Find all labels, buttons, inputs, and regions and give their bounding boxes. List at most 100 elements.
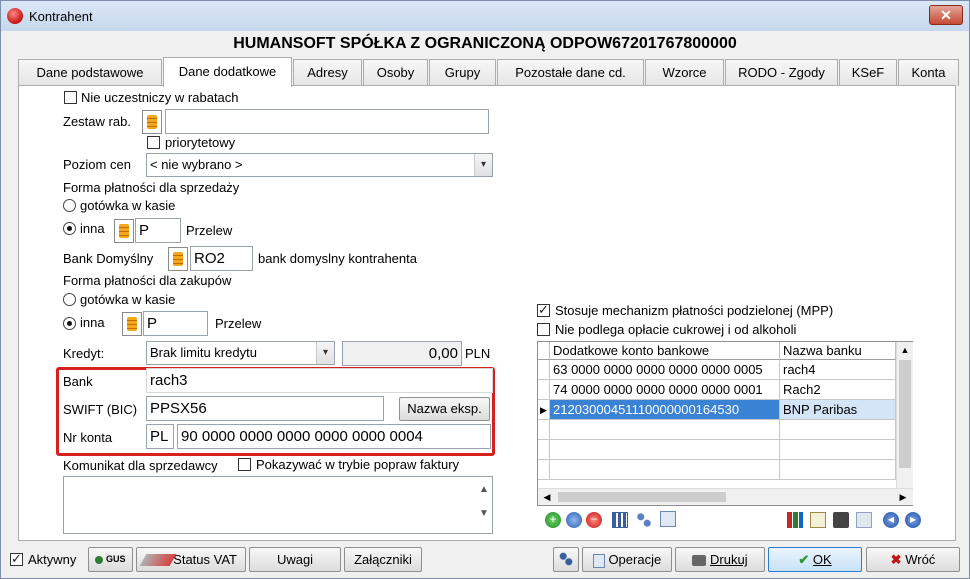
- account-number-input[interactable]: 90 0000 0000 0000 0000 0000 0004: [177, 424, 491, 449]
- purchase-payment-lookup-icon[interactable]: [122, 312, 142, 336]
- vertical-scrollbar[interactable]: ▲: [896, 342, 913, 488]
- sales-other-radio[interactable]: [63, 222, 76, 235]
- attachments-label: Załączniki: [354, 552, 412, 567]
- attachments-button[interactable]: Załączniki: [344, 547, 422, 572]
- purchase-payment-label: Forma płatności dla zakupów: [63, 273, 232, 288]
- gus-button[interactable]: GUS: [88, 547, 133, 572]
- sales-payment-code-input[interactable]: P: [135, 218, 181, 243]
- sugar-fee-label: Nie podlega opłacie cukrowej i od alkoho…: [555, 322, 797, 337]
- copy-icon[interactable]: [856, 512, 872, 528]
- delete-icon[interactable]: −: [586, 512, 602, 528]
- sales-cash-radio[interactable]: [63, 199, 76, 212]
- close-button[interactable]: ✕: [929, 5, 963, 25]
- links-button[interactable]: [553, 547, 579, 572]
- tab-ksef[interactable]: KSeF: [839, 59, 897, 86]
- default-bank-code-input[interactable]: RO2: [190, 246, 253, 271]
- back-label: Wróć: [905, 552, 936, 567]
- table-row[interactable]: 63 0000 0000 0000 0000 0000 0005 rach4: [538, 360, 896, 380]
- notes-label: Uwagi: [276, 552, 314, 567]
- chevron-down-icon[interactable]: ▾: [474, 154, 492, 176]
- tab-konta[interactable]: Konta: [898, 59, 959, 86]
- active-checkbox[interactable]: [10, 551, 23, 567]
- print-button[interactable]: Drukuj: [675, 547, 765, 572]
- vat-status-button[interactable]: Status VAT: [136, 547, 246, 572]
- show-in-invoice-checkbox[interactable]: [238, 458, 251, 471]
- purchase-cash-radio[interactable]: [63, 293, 76, 306]
- chevron-down-icon[interactable]: ▾: [316, 342, 334, 364]
- priority-checkbox[interactable]: [147, 136, 160, 149]
- tab-dane-dodatkowe[interactable]: Dane dodatkowe: [163, 57, 292, 87]
- scroll-thumb[interactable]: [899, 360, 911, 468]
- additional-accounts-table: Dodatkowe konto bankowe Nazwa banku 63 0…: [537, 341, 913, 506]
- bank-cell[interactable]: Rach2: [780, 380, 896, 400]
- discount-set-label: Zestaw rab.: [63, 114, 131, 129]
- mpp-checkbox[interactable]: [537, 302, 550, 318]
- tab-osoby[interactable]: Osoby: [363, 59, 428, 86]
- checkmark-icon: ✔: [798, 552, 810, 567]
- empty-cell: [550, 460, 780, 480]
- table-row-empty: [538, 440, 896, 460]
- textarea-scrollbar[interactable]: ▲ ▼: [476, 478, 492, 532]
- active-label: Aktywny: [28, 552, 77, 567]
- sales-payment-label: Forma płatności dla sprzedaży: [63, 180, 240, 195]
- purchase-other-radio[interactable]: [63, 317, 76, 330]
- back-button[interactable]: ✖ Wróć: [866, 547, 960, 572]
- account-cell[interactable]: 21203000451110000000164530: [550, 400, 780, 420]
- account-cell[interactable]: 74 0000 0000 0000 0000 0000 0001: [550, 380, 780, 400]
- price-level-select[interactable]: < nie wybrano > ▾: [146, 153, 493, 177]
- add-icon[interactable]: +: [545, 512, 561, 528]
- credit-select[interactable]: Brak limitu kredytu ▾: [146, 341, 335, 365]
- kontrahent-window: Kontrahent ✕ HUMANSOFT SPÓŁKA Z OGRANICZ…: [0, 0, 970, 579]
- table-row[interactable]: 74 0000 0000 0000 0000 0000 0001 Rach2: [538, 380, 896, 400]
- default-bank-lookup-icon[interactable]: [168, 247, 188, 271]
- save-icon[interactable]: [833, 512, 849, 528]
- current-row-arrow-icon: ▶: [538, 400, 550, 420]
- sales-payment-lookup-icon[interactable]: [114, 219, 134, 243]
- horizontal-scrollbar[interactable]: ◀ ▶: [538, 488, 913, 505]
- ok-button[interactable]: ✔ OK: [768, 547, 862, 572]
- print-label: Drukuj: [710, 552, 748, 567]
- swift-input[interactable]: PPSX56: [146, 396, 384, 421]
- export-icon[interactable]: [660, 511, 676, 527]
- tab-panel: Nie uczestniczy w rabatach Zestaw rab. p…: [18, 85, 956, 541]
- grid-columns-icon[interactable]: [612, 512, 628, 528]
- account-cell[interactable]: 63 0000 0000 0000 0000 0000 0005: [550, 360, 780, 380]
- sugar-fee-checkbox[interactable]: [537, 323, 550, 336]
- search-icon[interactable]: [566, 512, 582, 528]
- credit-currency: PLN: [465, 346, 491, 361]
- discount-set-lookup-icon[interactable]: [142, 110, 162, 134]
- filter-icon[interactable]: [636, 512, 652, 528]
- tab-adresy[interactable]: Adresy: [293, 59, 362, 86]
- tab-pozostale-dane[interactable]: Pozostałe dane cd.: [497, 59, 644, 86]
- export-name-button[interactable]: Nazwa eksp.: [399, 397, 490, 421]
- column-header-bank[interactable]: Nazwa banku: [780, 342, 896, 360]
- discount-set-input[interactable]: [165, 109, 489, 134]
- sales-other-label: inna: [80, 221, 105, 236]
- bank-cell[interactable]: rach4: [780, 360, 896, 380]
- tab-dane-podstawowe[interactable]: Dane podstawowe: [18, 59, 162, 86]
- tab-rodo-zgody[interactable]: RODO - Zgody: [725, 59, 838, 86]
- sales-message-textarea[interactable]: [63, 476, 493, 534]
- hscroll-thumb[interactable]: [558, 492, 726, 502]
- table-row-selected[interactable]: ▶ 21203000451110000000164530 BNP Paribas: [538, 400, 896, 420]
- previous-icon[interactable]: ◀: [883, 512, 899, 528]
- purchase-payment-code-input[interactable]: P: [143, 311, 208, 336]
- column-header-account[interactable]: Dodatkowe konto bankowe: [550, 342, 780, 360]
- scroll-right-icon[interactable]: ▶: [896, 489, 910, 505]
- next-icon[interactable]: ▶: [905, 512, 921, 528]
- scroll-left-icon[interactable]: ◀: [540, 489, 554, 505]
- empty-cell: [550, 420, 780, 440]
- title-bar: Kontrahent ✕: [1, 1, 969, 31]
- priority-label: priorytetowy: [165, 135, 236, 150]
- bank-cell[interactable]: BNP Paribas: [780, 400, 896, 420]
- notes-button[interactable]: Uwagi: [249, 547, 341, 572]
- account-country-input[interactable]: PL: [146, 424, 174, 449]
- scroll-up-icon[interactable]: ▲: [897, 342, 913, 358]
- document-icon[interactable]: [810, 512, 826, 528]
- tab-grupy[interactable]: Grupy: [429, 59, 496, 86]
- bank-input[interactable]: rach3: [146, 368, 493, 393]
- chart-icon[interactable]: [787, 512, 803, 528]
- no-discounts-checkbox[interactable]: [64, 91, 77, 104]
- operations-button[interactable]: Operacje: [582, 547, 672, 572]
- tab-wzorce[interactable]: Wzorce: [645, 59, 724, 86]
